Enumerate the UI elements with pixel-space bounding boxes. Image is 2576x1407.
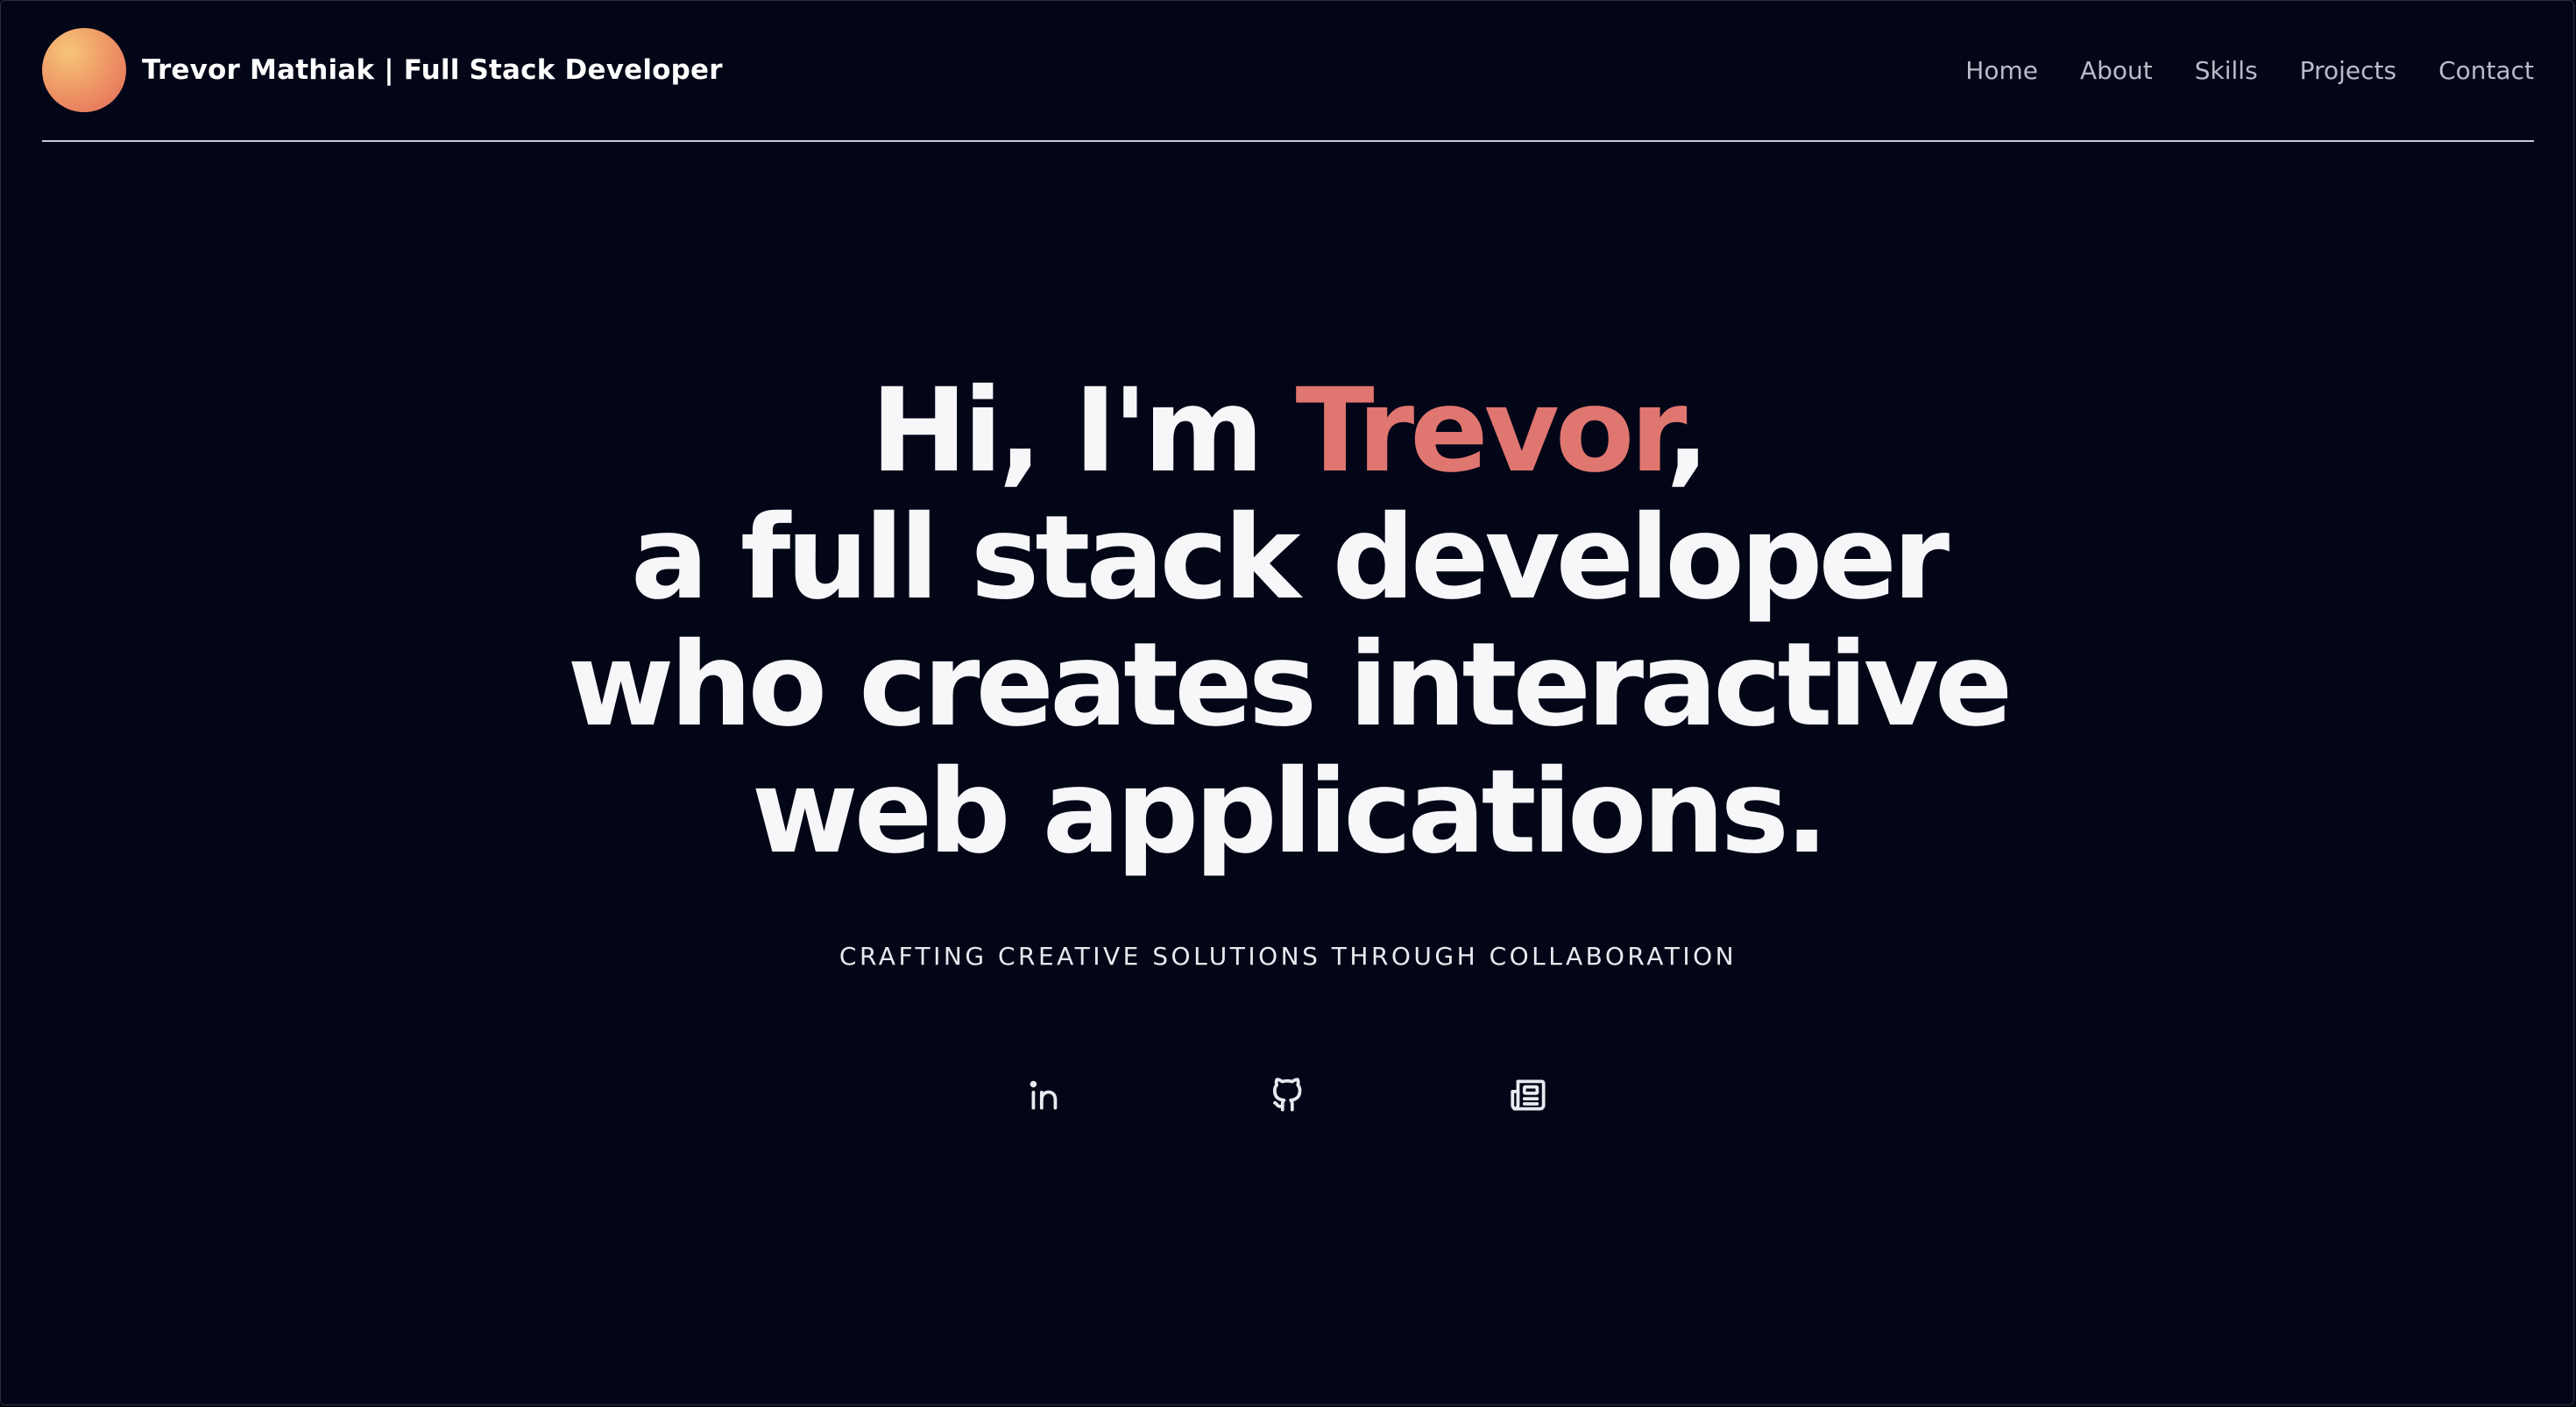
hero-tagline: CRAFTING CREATIVE SOLUTIONS THROUGH COLL… [839, 942, 1737, 971]
logo-avatar[interactable] [42, 28, 126, 112]
linkedin-icon [1030, 1080, 1058, 1110]
nav-about-link[interactable]: About [2080, 56, 2153, 85]
brand-title[interactable]: Trevor Mathiak | Full Stack Developer [142, 54, 723, 86]
main-nav: Home About Skills Projects Contact [1923, 26, 2534, 114]
social-links [0, 1071, 2576, 1123]
hero-heading: Hi, I'm Trevor, a full stack developer w… [0, 368, 2576, 876]
nav-contact-link[interactable]: Contact [2438, 56, 2534, 85]
site-header: Trevor Mathiak | Full Stack Developer Ho… [42, 26, 2534, 114]
nav-skills-link[interactable]: Skills [2195, 56, 2258, 85]
hero-line-description: who creates interactive [567, 618, 2013, 753]
nav-home-link[interactable]: Home [1965, 56, 2038, 85]
header-divider [42, 140, 2534, 142]
blog-link[interactable] [1504, 1071, 1553, 1120]
github-link[interactable] [1263, 1071, 1313, 1120]
hero-greeting-prefix: Hi, I'm [870, 364, 1296, 498]
linkedin-link[interactable] [1022, 1071, 1071, 1120]
hero-greeting-suffix: , [1666, 364, 1709, 498]
hero-name: Trevor [1295, 364, 1671, 498]
newspaper-icon [1511, 1079, 1546, 1111]
hero-line-description-end: web applications. [751, 745, 1829, 880]
hero-line-greeting: Hi, I'm Trevor, [0, 368, 2576, 495]
brand[interactable]: Trevor Mathiak | Full Stack Developer [42, 26, 723, 114]
github-icon [1272, 1078, 1302, 1112]
hero-line-role: a full stack developer [630, 491, 1950, 626]
nav-projects-link[interactable]: Projects [2300, 56, 2396, 85]
